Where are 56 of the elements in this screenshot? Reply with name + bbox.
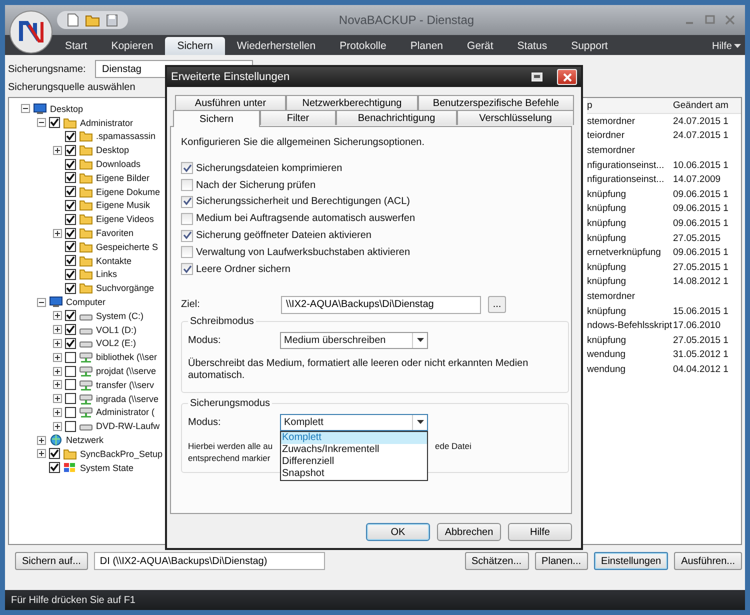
group-title: Sicherungsmodus: [188, 398, 272, 409]
table-cell: nfigurationseinst...: [587, 160, 664, 171]
field-label: Ziel:: [181, 299, 201, 310]
table-cell: knüpfung: [587, 334, 626, 346]
table-cell: knüpfung: [587, 232, 626, 244]
table-cell: knüpfung: [587, 262, 626, 273]
table-cell: wendung: [587, 364, 626, 375]
table-cell: 09.06.2015 1: [673, 188, 728, 200]
section-label: Sicherungsquelle auswählen: [8, 82, 136, 94]
table-cell: knüpfung: [587, 306, 626, 317]
mode-description: entsprechend markier: [188, 452, 270, 464]
mode-description: Hierbei werden alle au: [188, 440, 273, 452]
checkbox-label: Sicherungssicherheit und Berechtigungen (ACL): [196, 196, 410, 208]
mode-description: Überschreibt das Medium, formatiert alle leeren oder nicht erkannten Medien automatisch.: [188, 358, 530, 382]
table-cell: ndows-Befehlsskript: [587, 320, 672, 332]
table-cell: 27.05.2015 1: [673, 334, 728, 346]
table-cell: teiordner: [587, 130, 624, 142]
table-cell: 27.05.2015 1: [673, 262, 728, 273]
table-cell: 17.06.2010: [673, 320, 721, 332]
checkbox-label: Leere Ordner sichern: [196, 264, 290, 275]
table-cell: stemordner: [587, 144, 636, 156]
dialog-title: Erweiterte Einstellungen: [171, 71, 290, 83]
field-label: Modus:: [188, 416, 222, 428]
table-cell: 09.06.2015 1: [673, 247, 728, 258]
table-cell: 09.06.2015 1: [673, 203, 728, 214]
table-cell: 24.07.2015 1: [673, 130, 728, 142]
table-cell: knüpfung: [587, 203, 626, 214]
field-label: Modus:: [188, 334, 222, 346]
table-cell: 04.04.2012 1: [673, 364, 728, 375]
table-cell: stemordner: [587, 290, 636, 302]
checkbox-label: Sicherungsdateien komprimieren: [196, 162, 342, 174]
table-cell: knüpfung: [587, 276, 626, 288]
table-cell: knüpfung: [587, 188, 626, 200]
table-cell: stemordner: [587, 116, 636, 127]
field-label: Sicherungsname:: [8, 64, 87, 74]
table-cell: 24.07.2015 1: [673, 116, 728, 127]
window-title: NovaBACKUP - Dienstag: [338, 13, 476, 27]
checkbox-label: Verwaltung von Laufwerksbuchstaben aktivieren: [196, 246, 410, 258]
table-cell: ernetverknüpfung: [587, 247, 661, 258]
description-text: Konfigurieren Sie die allgemeinen Sicherungsoptionen.: [181, 137, 426, 150]
table-cell: 31.05.2012 1: [673, 349, 728, 360]
group-title: Schreibmodus: [188, 316, 256, 327]
table-cell: 15.06.2015 1: [673, 306, 728, 317]
table-cell: 14.08.2012 1: [673, 276, 728, 288]
table-cell: 09.06.2015 1: [673, 218, 728, 229]
table-cell: nfigurationseinst...: [587, 174, 664, 186]
table-cell: 27.05.2015: [673, 232, 721, 244]
table-cell: 14.07.2009: [673, 174, 721, 186]
status-text: Für Hilfe drücken Sie auf F1: [11, 594, 136, 606]
table-cell: knüpfung: [587, 218, 626, 229]
checkbox-label: Medium bei Auftragsende automatisch auswerfen: [196, 213, 416, 224]
table-cell: 10.06.2015 1: [673, 160, 728, 171]
checkbox-label: Nach der Sicherung prüfen: [196, 180, 316, 191]
table-cell: wendung: [587, 349, 626, 360]
mode-description: ede Datei: [435, 440, 472, 452]
checkbox-label: Sicherung geöffneter Dateien aktivieren: [196, 230, 372, 242]
